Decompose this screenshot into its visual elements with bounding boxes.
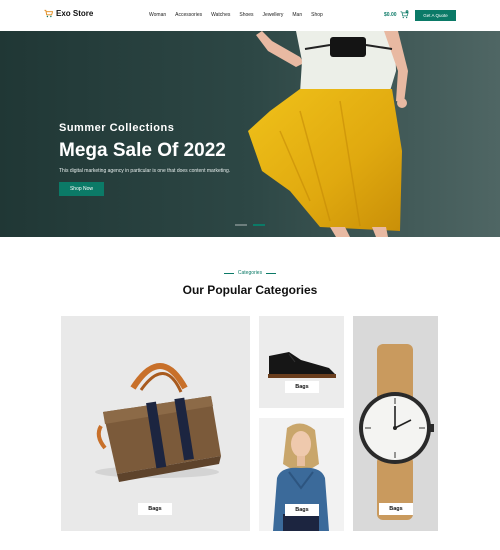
hero-title: Mega Sale Of 2022 <box>59 140 226 161</box>
hero-subtitle: Summer Collections <box>59 122 175 134</box>
category-label[interactable]: Bags <box>285 504 319 516</box>
hero-banner: Summer Collections Mega Sale Of 2022 Thi… <box>0 31 500 237</box>
main-nav: Woman Accessories Watches Shoes Jeweller… <box>149 12 332 18</box>
nav-item-shop[interactable]: Shop <box>311 12 323 18</box>
category-label[interactable]: Bags <box>285 381 319 393</box>
shoe-image <box>268 352 336 378</box>
category-label[interactable]: Bags <box>379 503 413 515</box>
cart-count: 0 <box>407 11 408 13</box>
shop-now-button[interactable]: Shop Now <box>59 182 104 196</box>
cart-logo-icon <box>44 9 53 18</box>
site-header: Exo Store Woman Accessories Watches Shoe… <box>0 0 500 31</box>
get-quote-button[interactable]: Get A Quote <box>415 10 456 21</box>
categories-eyebrow: Categories <box>0 270 500 276</box>
cart-icon[interactable]: 0 <box>400 10 409 19</box>
hero-model-image <box>0 31 500 237</box>
nav-item-accessories[interactable]: Accessories <box>175 12 202 18</box>
nav-item-woman[interactable]: Woman <box>149 12 166 18</box>
divider-line <box>223 272 234 274</box>
duffel-bag-image <box>95 363 221 482</box>
watch-image <box>359 344 434 520</box>
section-title: Our Popular Categories <box>182 283 318 297</box>
category-label[interactable]: Bags <box>138 503 172 515</box>
slider-dot-2[interactable] <box>253 224 265 226</box>
categories-eyebrow-text: Categories <box>237 270 263 276</box>
nav-item-man[interactable]: Man <box>292 12 302 18</box>
cart-total: $0.00 <box>384 12 397 18</box>
hero-description: This digital marketing agency in particu… <box>59 168 231 174</box>
category-card-shoe[interactable]: Bags <box>259 316 344 408</box>
category-card-woman[interactable]: Bags <box>259 418 344 531</box>
category-card-bag[interactable]: Bags <box>61 316 250 531</box>
nav-item-watches[interactable]: Watches <box>211 12 230 18</box>
slider-dot-1[interactable] <box>235 224 247 226</box>
divider-line <box>266 272 277 274</box>
logo-text: Exo Store <box>56 9 94 18</box>
logo[interactable]: Exo Store <box>44 9 93 18</box>
nav-item-jewellery[interactable]: Jewellery <box>263 12 284 18</box>
category-card-watch[interactable]: Bags <box>353 316 438 531</box>
nav-item-shoes[interactable]: Shoes <box>239 12 253 18</box>
